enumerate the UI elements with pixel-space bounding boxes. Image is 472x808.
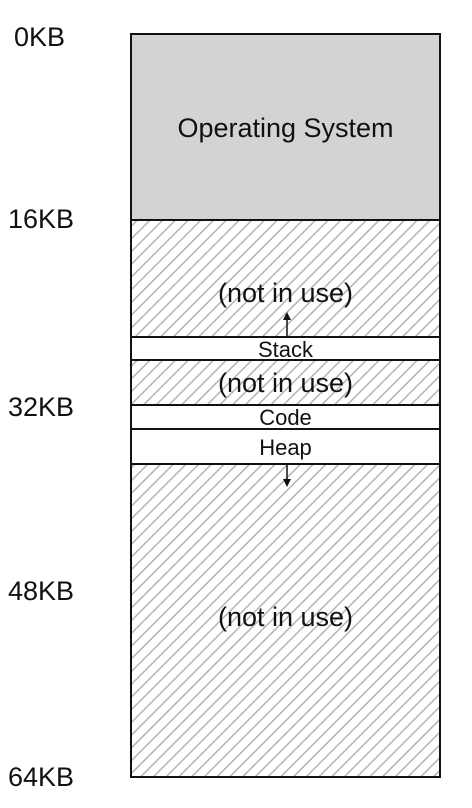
code-region-label: Code <box>259 405 312 430</box>
os-region-label: Operating System <box>177 113 393 143</box>
free-region-middle-label: (not in use) <box>218 368 353 398</box>
free-region-top-label: (not in use) <box>218 278 353 308</box>
address-label-0kb: 0KB <box>14 22 65 52</box>
address-label-64kb: 64KB <box>8 762 74 792</box>
free-region-bottom-label: (not in use) <box>218 602 353 632</box>
address-label-16kb: 16KB <box>8 204 74 234</box>
stack-region-label: Stack <box>258 337 314 362</box>
address-space-diagram: 0KB 16KB 32KB 48KB 64KB Operating System… <box>8 22 441 792</box>
address-label-32kb: 32KB <box>8 392 74 422</box>
address-label-48kb: 48KB <box>8 576 74 606</box>
heap-region-label: Heap <box>259 435 312 460</box>
